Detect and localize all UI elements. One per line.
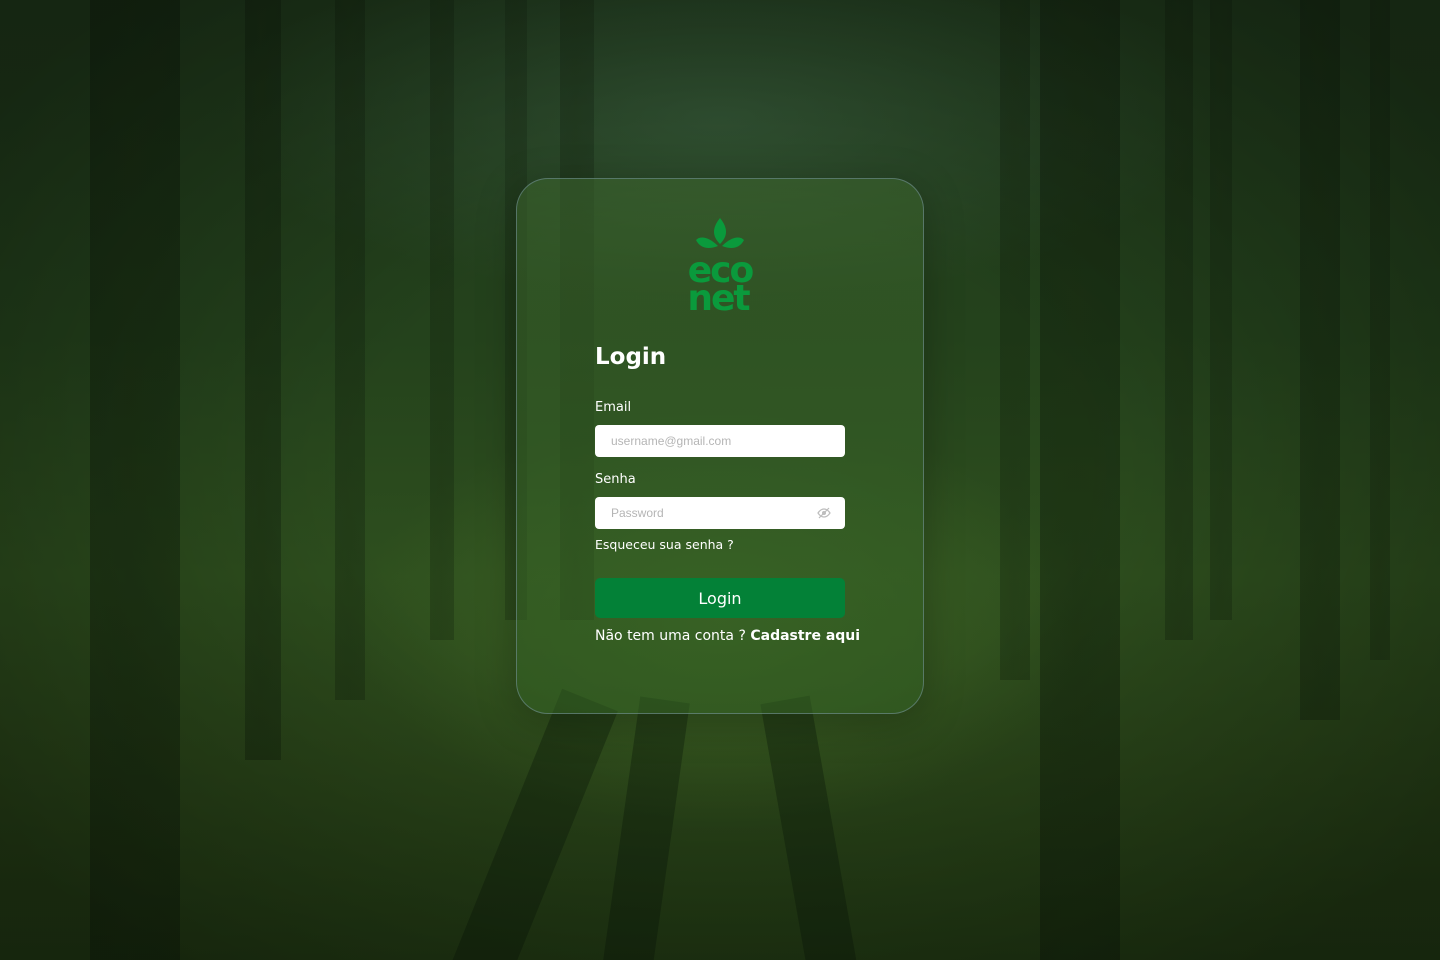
forgot-password-link[interactable]: Esqueceu sua senha ? [595,537,734,552]
email-field[interactable] [595,425,845,457]
eye-off-icon[interactable] [817,506,831,520]
svg-text:net: net [687,278,750,314]
page-title: Login [595,344,667,370]
email-field-wrapper [595,425,845,457]
signup-prompt: Não tem uma conta ? Cadastre aqui [595,628,860,644]
econet-logo: eco net [687,218,756,314]
signup-link[interactable]: Cadastre aqui [750,628,860,644]
password-label: Senha [595,472,636,487]
signup-prompt-text: Não tem uma conta ? [595,628,746,644]
email-label: Email [595,400,632,415]
login-button[interactable]: Login [595,578,845,618]
password-field-wrapper [595,497,845,529]
password-field[interactable] [595,497,845,529]
